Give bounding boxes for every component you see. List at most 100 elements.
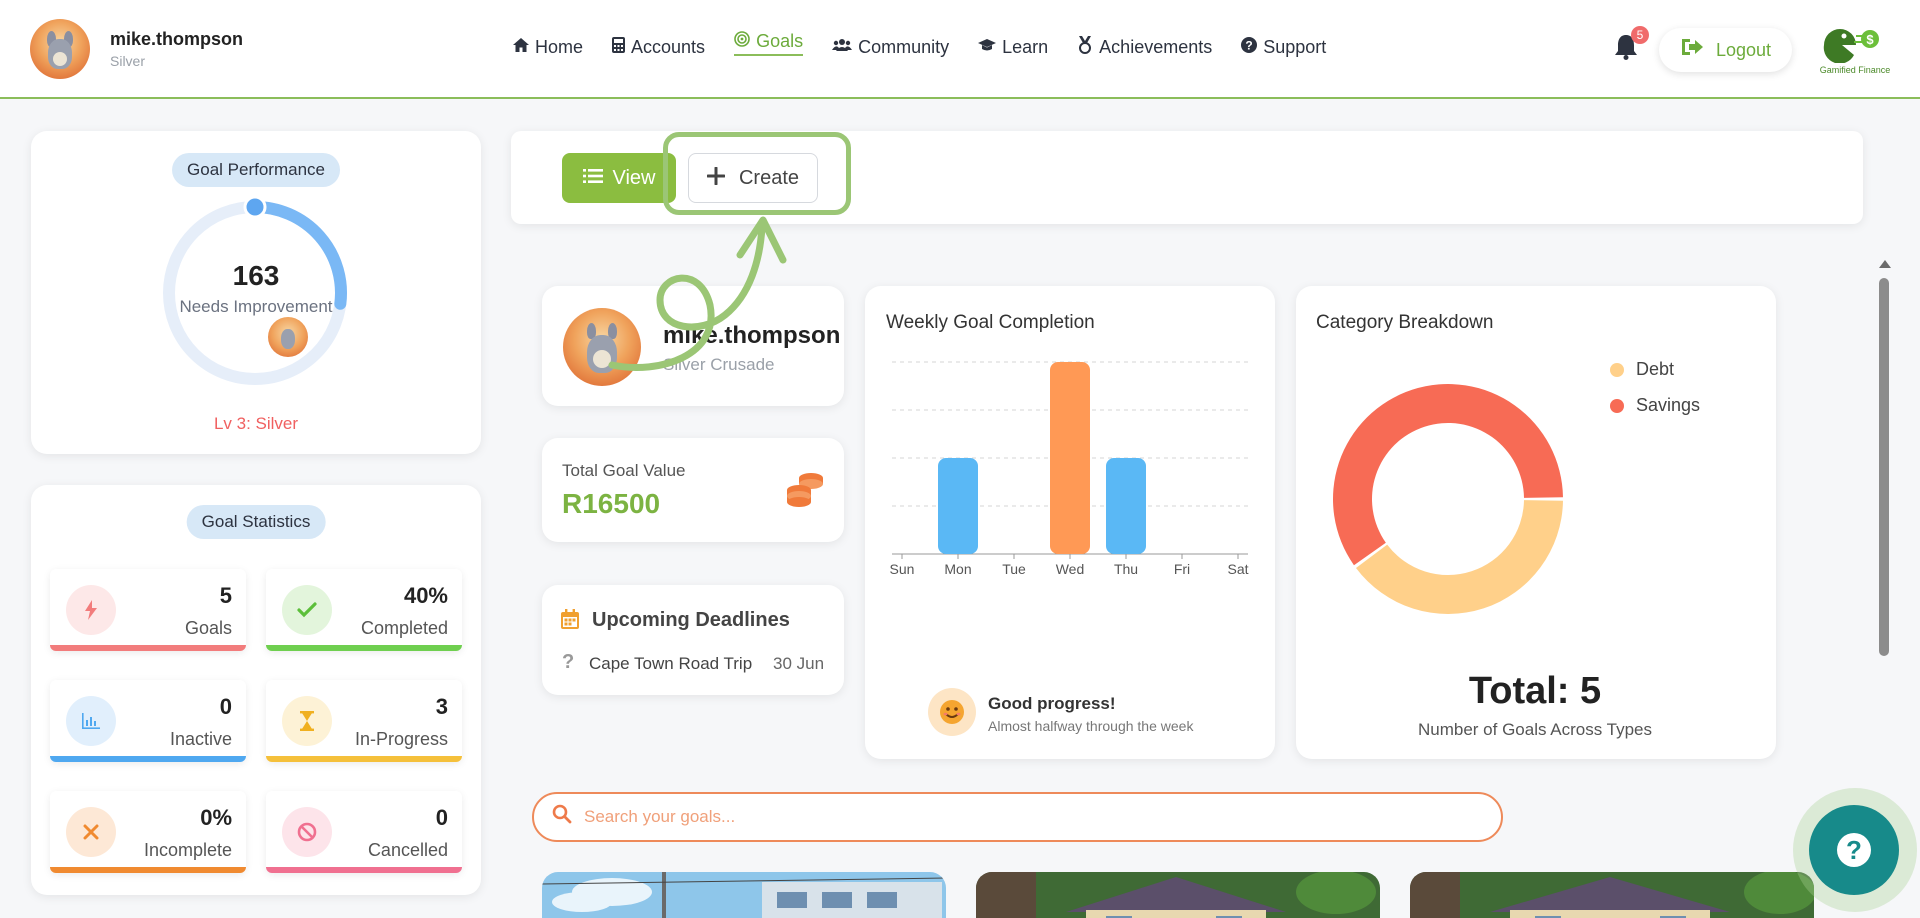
nav-item-home[interactable]: Home (513, 37, 583, 58)
goal-search-bar[interactable] (532, 792, 1503, 842)
check-icon (282, 585, 332, 635)
x-tick-label-mon: Mon (944, 561, 971, 577)
nav-item-learn[interactable]: Learn (978, 37, 1048, 58)
performance-score: 163 (232, 260, 280, 291)
nav-label-goals: Goals (756, 30, 804, 51)
stat-incomplete[interactable]: 0% Incomplete (50, 791, 246, 873)
notification-count-badge: 5 (1631, 26, 1649, 44)
category-total: Total: 5 (1468, 670, 1602, 712)
performance-level: Lv 3: Silver (213, 414, 299, 433)
nav-item-community[interactable]: Community (832, 37, 949, 58)
search-icon (552, 804, 572, 830)
nav-label-achievements: Achievements (1099, 36, 1213, 57)
nav-label-community: Community (858, 36, 950, 57)
scroll-up-arrow-icon[interactable] (1879, 260, 1891, 268)
stat-label: In-Progress (354, 729, 448, 749)
stat-bar (50, 756, 246, 762)
mini-avatar (268, 317, 308, 357)
stat-bar (266, 867, 462, 873)
stat-inactive[interactable]: 0 Inactive (50, 680, 246, 762)
nav-label-support: Support (1263, 36, 1327, 57)
nav-item-achievements[interactable]: Achievements (1077, 36, 1212, 58)
stat-bar (50, 645, 246, 651)
legend-item-debt[interactable]: Debt (1610, 359, 1674, 380)
stat-goals[interactable]: 5 Goals (50, 569, 246, 651)
x-tick-label-sun: Sun (890, 561, 915, 577)
goal-card-thumbnail[interactable] (976, 872, 1380, 918)
user-rank: Silver (110, 53, 146, 69)
total-goal-value-label: Total Goal Value (562, 461, 686, 480)
top-header: mike.thompson Silver Home Accounts Goals (0, 0, 1920, 99)
stat-label: Inactive (169, 729, 232, 749)
goal-statistics-title: Goal Statistics (186, 505, 326, 539)
stat-in-progress[interactable]: 3 In-Progress (266, 680, 462, 762)
stat-label: Goals (184, 618, 232, 638)
hourglass-icon (282, 696, 332, 746)
progress-message-subtitle: Almost halfway through the week (988, 718, 1194, 734)
stat-completed[interactable]: 40% Completed (266, 569, 462, 651)
stat-label: Incomplete (143, 840, 232, 860)
view-label: View (612, 166, 656, 189)
scrollbar-thumb[interactable] (1879, 278, 1889, 656)
main-nav: Home Accounts Goals Community Learn Achi… (513, 31, 1355, 58)
nav-item-accounts[interactable]: Accounts (612, 37, 705, 58)
help-button[interactable]: ? (1809, 805, 1899, 895)
stat-bar (50, 867, 246, 873)
nav-label-home: Home (535, 36, 584, 57)
notifications-button[interactable]: 5 (1614, 26, 1649, 62)
performance-status: Needs Improvement (179, 297, 333, 316)
category-chart-title: Category Breakdown (1316, 312, 1494, 333)
performance-ring (163, 195, 347, 385)
graduation-cap-icon (978, 38, 997, 56)
question-circle-icon: ? (1837, 833, 1871, 867)
upcoming-deadlines-card (542, 585, 844, 695)
svg-text:$: $ (1866, 32, 1874, 47)
upcoming-deadlines-title: Upcoming Deadlines (592, 609, 790, 631)
list-icon (582, 167, 603, 190)
total-goal-value: R16500 (562, 488, 661, 519)
nav-item-support[interactable]: ? Support (1241, 37, 1326, 58)
stat-value: 0 (435, 805, 448, 830)
bar-mon[interactable] (938, 458, 978, 554)
brand-logo[interactable]: $ Gamified Finance (1818, 25, 1892, 75)
deadline-item-name[interactable]: Cape Town Road Trip (589, 654, 752, 674)
goal-statistics-card: Goal Statistics 5 Goals 40% Completed 0 … (31, 485, 481, 895)
bar-thu[interactable] (1106, 458, 1146, 554)
goal-performance-card: Goal Performance 163 Needs Improvement L… (31, 131, 481, 454)
stat-value: 0 (219, 694, 232, 719)
slice-debt[interactable] (1355, 500, 1563, 614)
user-profile-block[interactable]: mike.thompson Silver (30, 19, 243, 79)
progress-message-title: Good progress! (988, 694, 1116, 713)
category-donut-chart (1333, 384, 1563, 614)
stat-bar (266, 756, 462, 762)
goal-card-thumbnail[interactable] (1410, 872, 1814, 918)
smile-icon (928, 688, 976, 736)
x-tick-label-fri: Fri (1174, 561, 1190, 577)
stat-cancelled[interactable]: 0 Cancelled (266, 791, 462, 873)
avatar[interactable] (30, 19, 90, 79)
home-icon (513, 38, 529, 56)
goal-card-thumbnail[interactable] (542, 872, 946, 918)
logout-label: Logout (1715, 39, 1772, 60)
stat-value: 3 (435, 694, 448, 719)
medal-icon (1077, 36, 1093, 58)
highlight-annotation-box (663, 132, 851, 215)
weekly-chart-title: Weekly Goal Completion (886, 312, 1095, 333)
bar-chart-icon (66, 696, 116, 746)
nav-item-goals[interactable]: Goals (734, 30, 804, 56)
search-input[interactable] (584, 807, 1464, 827)
user-name: mike.thompson (110, 29, 244, 49)
stat-bar (266, 645, 462, 651)
sign-out-icon (1680, 37, 1704, 63)
logout-button[interactable]: Logout (1659, 28, 1792, 72)
stat-label: Cancelled (367, 840, 448, 860)
bar-wed[interactable] (1050, 362, 1090, 554)
weekly-bar-chart: Sun Mon Tue Wed Thu Fri Sat (890, 361, 1249, 577)
x-tick-label-sat: Sat (1227, 561, 1248, 577)
calculator-icon (612, 37, 626, 57)
ban-icon (282, 807, 332, 857)
view-button[interactable]: View (562, 153, 676, 203)
legend-dot-debt (1610, 362, 1624, 377)
legend-item-savings[interactable]: Savings (1610, 395, 1700, 416)
calendar-icon (561, 609, 579, 635)
